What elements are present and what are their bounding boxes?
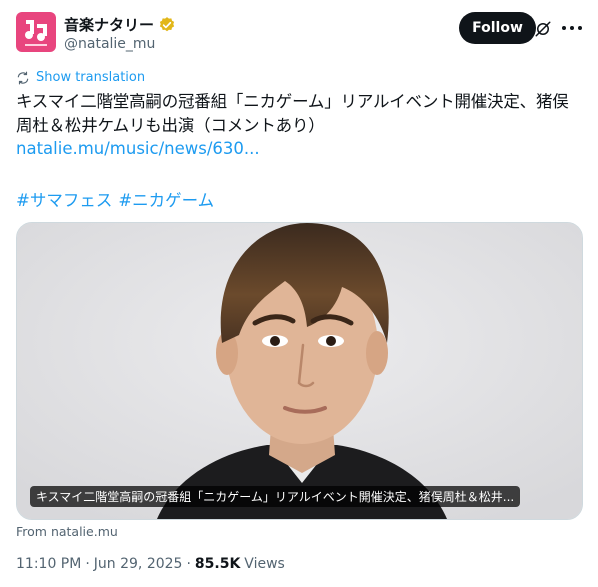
card-source[interactable]: From natalie.mu [16, 524, 118, 539]
hashtags: #サマフェス #ニカゲーム [16, 187, 214, 211]
tweet-date[interactable]: Jun 29, 2025 [94, 556, 183, 572]
tweet-time[interactable]: 11:10 PM [16, 556, 81, 572]
show-translation-link[interactable]: Show translation [16, 70, 145, 85]
card-caption: キスマイ二階堂高嗣の冠番組「ニカゲーム」リアルイベント開催決定、猪俣周杜＆松井.… [30, 486, 521, 507]
more-dot [562, 26, 566, 30]
tweet-link[interactable]: natalie.mu/music/news/630... [16, 139, 260, 158]
hashtag-nika-game[interactable]: #ニカゲーム [118, 187, 214, 211]
account-avatar[interactable] [16, 12, 56, 52]
verified-badge-icon[interactable] [158, 16, 176, 34]
account-handle[interactable]: @natalie_mu [64, 36, 155, 52]
card-image [17, 223, 582, 519]
more-dot [570, 26, 574, 30]
account-name[interactable]: 音楽ナタリー [64, 14, 154, 35]
more-dot [578, 26, 582, 30]
tweet-meta: 11:10 PM · Jun 29, 2025 · 85.5K Views [16, 556, 285, 572]
views-label: Views [244, 556, 285, 572]
views-count: 85.5K [194, 556, 241, 572]
tweet-text: キスマイ二階堂高嗣の冠番組「ニカゲーム」リアルイベント開催決定、猪俣周杜＆松井ケ… [16, 92, 569, 135]
meta-separator: · [85, 556, 90, 572]
tweet-header: 音楽ナタリー @natalie_mu Follow [16, 12, 582, 56]
meta-separator: · [186, 556, 191, 572]
show-translation-label: Show translation [36, 70, 146, 85]
name-row: 音楽ナタリー [64, 14, 176, 35]
translate-icon [17, 71, 29, 84]
more-icon[interactable] [562, 20, 582, 36]
link-card[interactable]: キスマイ二階堂高嗣の冠番組「ニカゲーム」リアルイベント開催決定、猪俣周杜＆松井.… [16, 222, 583, 520]
grok-icon[interactable] [534, 20, 552, 38]
follow-button[interactable]: Follow [459, 12, 536, 44]
natalie-logo-icon [16, 12, 56, 52]
hashtag-summer-fes[interactable]: #サマフェス [16, 187, 112, 211]
